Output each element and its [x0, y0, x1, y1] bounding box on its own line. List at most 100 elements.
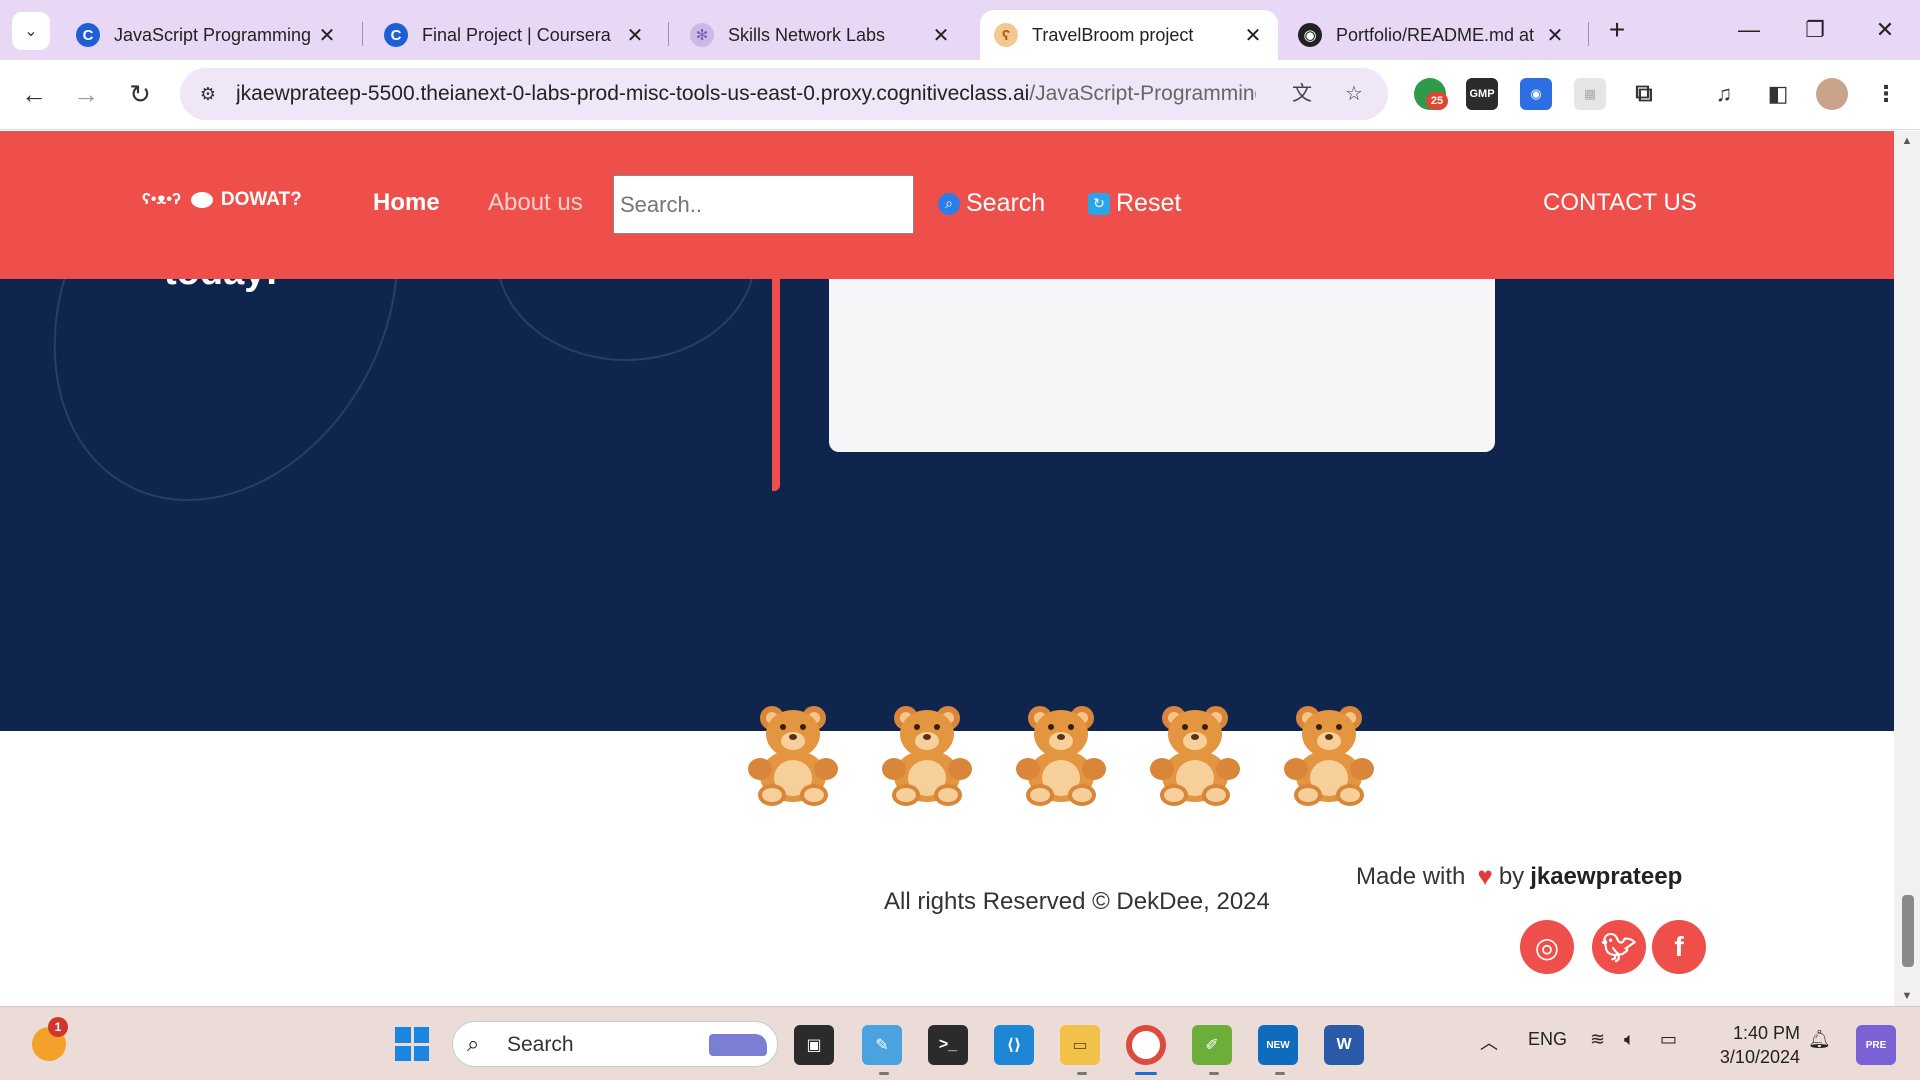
coursera-icon: C — [76, 23, 100, 47]
chrome-icon[interactable] — [1126, 1025, 1166, 1065]
search-button-label: Search — [966, 189, 1046, 217]
skills-network-icon: ✻ — [690, 23, 714, 47]
teddy-bear-icon — [744, 706, 842, 806]
language-indicator[interactable]: ENG — [1528, 1029, 1567, 1050]
url-text[interactable]: jkaewprateep-5500.theianext-0-labs-prod-… — [236, 82, 1256, 106]
chevron-up-icon[interactable]: ︿ — [1480, 1029, 1498, 1055]
side-panel-icon[interactable]: ◧ — [1762, 78, 1794, 110]
browser-menu-icon[interactable]: ⋮ — [1870, 78, 1902, 110]
refresh-icon: ↻ — [1088, 192, 1110, 215]
made-with-text: Made with — [1356, 862, 1466, 890]
bear-icon: ʕ — [994, 23, 1018, 47]
grammar-extension-icon[interactable]: 25 — [1414, 78, 1448, 110]
windows-taskbar: 1 ⌕ Search ▣ ✎ >_ ⟨⟩ ▭ ✐ NEW W ︿ ENG ≋ 🔈… — [0, 1006, 1920, 1080]
terminal-icon[interactable]: >_ — [928, 1025, 968, 1065]
back-button[interactable]: ← — [14, 74, 54, 114]
new-tab-button[interactable]: + — [1600, 14, 1634, 48]
close-icon[interactable]: ✕ — [624, 23, 646, 48]
scroll-down-arrow[interactable]: ▼ — [1894, 986, 1920, 1006]
taskbar-clock[interactable]: 1:40 PM 3/10/2024 — [1710, 1021, 1800, 1069]
notepad-plus-icon[interactable]: ✐ — [1192, 1025, 1232, 1065]
footer-credit: Made with ♥ by jkaewprateep — [1356, 861, 1682, 892]
close-icon[interactable]: ✕ — [1242, 23, 1264, 48]
forward-button[interactable]: → — [66, 74, 106, 114]
site-logo[interactable]: ʕ•ᴥ•ʔ DOWAT? — [142, 189, 302, 211]
address-bar[interactable]: ⚙ jkaewprateep-5500.theianext-0-labs-pro… — [180, 68, 1388, 120]
bookmark-star-icon[interactable]: ☆ — [1340, 80, 1368, 108]
outlook-new-label: NEW — [1266, 1039, 1290, 1051]
tab-title: Final Project | Coursera — [422, 24, 611, 45]
battery-icon[interactable]: ▭ — [1660, 1029, 1677, 1050]
taskbar-search[interactable]: ⌕ Search — [452, 1021, 778, 1067]
github-icon: ◉ — [1298, 23, 1322, 47]
search-icon: ⌕ — [938, 192, 960, 215]
page-scrollbar[interactable]: ▲ ▼ — [1894, 131, 1920, 1006]
blank-extension-icon[interactable]: ▦ — [1574, 78, 1606, 110]
tab-travelbroom[interactable]: ʕ TravelBroom project ✕ — [980, 10, 1278, 60]
close-icon[interactable]: ✕ — [316, 23, 338, 48]
notification-icon[interactable]: 🔔︎ — [1808, 1029, 1831, 1050]
teddy-bear-icon — [1280, 706, 1378, 806]
tab-search-button[interactable]: ⌄ — [12, 12, 50, 50]
teddy-bear-icon — [878, 706, 976, 806]
reload-button[interactable]: ↻ — [120, 74, 160, 114]
tab-separator — [362, 22, 363, 46]
nav-about-link[interactable]: About us — [488, 189, 583, 217]
gmp-extension-icon[interactable]: GMP — [1466, 78, 1498, 110]
extension-badge: 25 — [1426, 92, 1448, 110]
wifi-icon[interactable]: ≋ — [1590, 1029, 1605, 1050]
content-card — [829, 271, 1495, 452]
paint-icon[interactable]: ✎ — [862, 1025, 902, 1065]
site-info-icon[interactable]: ⚙ — [194, 80, 222, 108]
search-input[interactable] — [613, 175, 914, 234]
task-view-icon[interactable]: ▣ — [794, 1025, 834, 1065]
url-host: jkaewprateep-5500.theianext-0-labs-prod-… — [236, 82, 1030, 105]
minimize-button[interactable]: — — [1726, 12, 1772, 48]
active-indicator — [1135, 1072, 1157, 1075]
accent-bar — [772, 271, 780, 491]
tab-strip: ⌄ C JavaScript Programming with Node.js … — [0, 0, 1920, 60]
author-name: jkaewprateep — [1530, 862, 1683, 890]
close-window-button[interactable]: ✕ — [1862, 12, 1908, 48]
taskbar-search-label: Search — [507, 1033, 574, 1056]
tab-javascript-programming[interactable]: C JavaScript Programming with Node.js an… — [62, 10, 352, 60]
teddy-bear-icon — [1146, 706, 1244, 806]
outlook-icon[interactable]: NEW — [1258, 1025, 1298, 1065]
tab-portfolio-readme[interactable]: ◉ Portfolio/README.md at ✕ — [1284, 10, 1580, 60]
tab-skills-network[interactable]: ✻ Skills Network Labs ✕ — [676, 10, 966, 60]
tab-final-project[interactable]: C Final Project | Coursera ✕ — [370, 10, 660, 60]
close-icon[interactable]: ✕ — [1544, 23, 1566, 48]
copilot-icon[interactable]: PRE — [1856, 1025, 1896, 1065]
windows-start-icon[interactable] — [395, 1027, 429, 1061]
instagram-icon[interactable]: ◎ — [1520, 920, 1574, 974]
file-explorer-icon[interactable]: ▭ — [1060, 1025, 1100, 1065]
media-control-icon[interactable]: ♫ — [1708, 78, 1740, 110]
bear-icon: ʕ•ᴥ•ʔ — [142, 191, 181, 208]
nav-home-link[interactable]: Home — [373, 189, 440, 217]
weather-badge: 1 — [48, 1017, 68, 1037]
vscode-icon[interactable]: ⟨⟩ — [994, 1025, 1034, 1065]
tab-title: Portfolio/README.md at — [1336, 24, 1535, 45]
running-indicator — [1275, 1072, 1285, 1075]
close-icon[interactable]: ✕ — [930, 23, 952, 48]
volume-icon[interactable]: 🔈︎ — [1624, 1029, 1635, 1050]
tab-title: JavaScript Programming with Node.js and … — [114, 24, 316, 45]
camera-extension-icon[interactable]: ◉ — [1520, 78, 1552, 110]
tab-separator — [668, 22, 669, 46]
contact-us-link[interactable]: CONTACT US — [1543, 189, 1697, 217]
running-indicator — [879, 1072, 889, 1075]
scroll-thumb[interactable] — [1902, 895, 1914, 967]
running-indicator — [1209, 1072, 1219, 1075]
restore-button[interactable]: ❐ — [1792, 12, 1838, 48]
twitter-icon[interactable]: 🐦︎ — [1592, 920, 1646, 974]
scroll-up-arrow[interactable]: ▲ — [1894, 131, 1920, 151]
word-icon[interactable]: W — [1324, 1025, 1364, 1065]
extensions-puzzle-icon[interactable]: ⧉ — [1628, 78, 1660, 110]
search-button[interactable]: ⌕ Search — [938, 189, 1045, 218]
translate-icon[interactable]: 文 — [1288, 80, 1316, 108]
profile-avatar[interactable] — [1816, 78, 1848, 110]
tab-separator — [1588, 22, 1589, 46]
facebook-icon[interactable]: f — [1652, 920, 1706, 974]
reset-button[interactable]: ↻ Reset — [1088, 189, 1181, 218]
coursera-icon: C — [384, 23, 408, 47]
